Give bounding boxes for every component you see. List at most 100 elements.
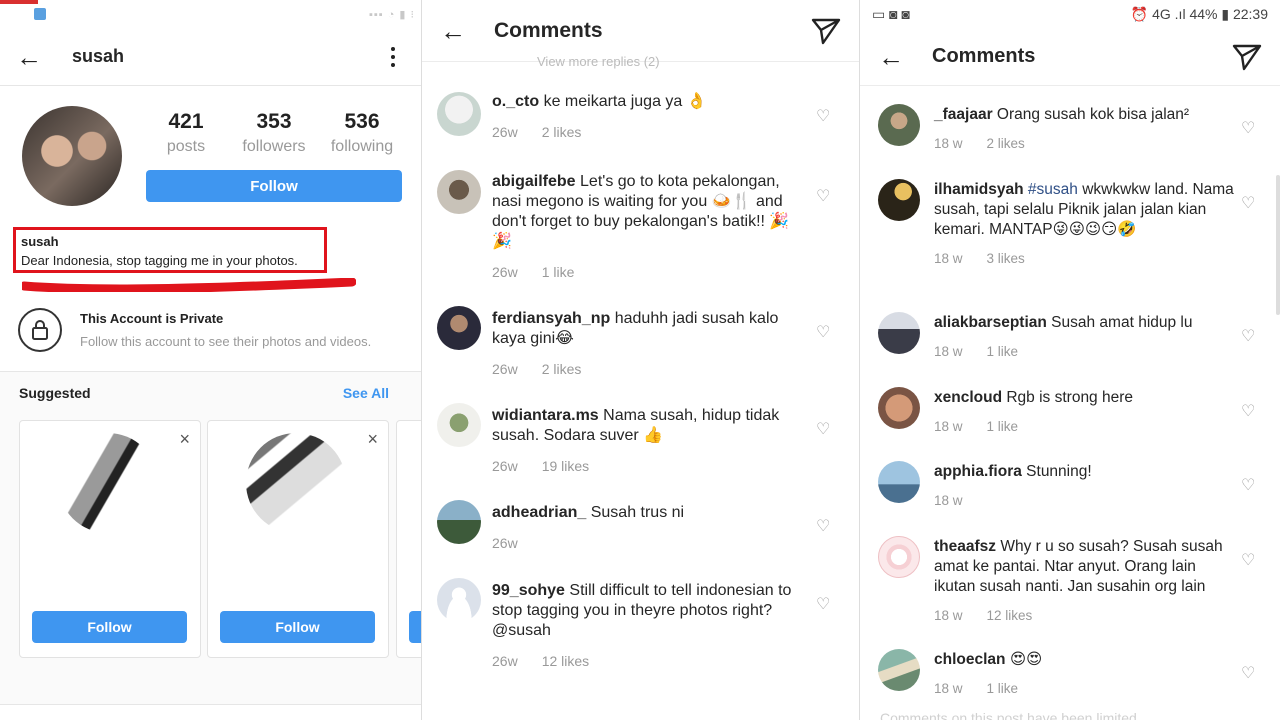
commenter-avatar[interactable] (437, 92, 481, 136)
more-options-icon[interactable] (391, 46, 395, 67)
commenter-avatar[interactable] (437, 403, 481, 447)
comment-hashtag[interactable]: #susah (1028, 181, 1078, 198)
commenter-avatar[interactable] (878, 461, 920, 503)
heart-icon[interactable]: ♡ (816, 516, 830, 536)
status-icons: ▪▪▪ ◔ ▮ ⁝ (368, 8, 415, 21)
heart-icon[interactable]: ♡ (1241, 401, 1255, 421)
commenter-avatar[interactable] (437, 578, 481, 622)
comments-header: ← Comments (422, 0, 859, 62)
comment-username[interactable]: widiantara.ms (492, 407, 599, 424)
comment-time: 18 w (934, 136, 963, 151)
comment-likes[interactable]: 3 likes (987, 251, 1025, 266)
comment-likes[interactable]: 1 like (542, 264, 575, 280)
comment-time: 26w (492, 361, 518, 377)
back-arrow-icon[interactable]: ← (878, 44, 904, 70)
comment-username[interactable]: abigailfebe (492, 173, 576, 190)
send-icon[interactable] (811, 17, 841, 45)
comment-likes[interactable]: 1 like (987, 419, 1019, 434)
comments-header: ← Comments (860, 28, 1280, 86)
suggested-card[interactable]: × Follow (207, 420, 389, 658)
commenter-avatar[interactable] (878, 536, 920, 578)
back-arrow-icon[interactable]: ← (16, 44, 42, 70)
stat-posts[interactable]: 421 posts (146, 110, 226, 156)
lock-icon (18, 308, 62, 352)
comment-username[interactable]: _faajaar (934, 106, 993, 123)
heart-icon[interactable]: ♡ (1241, 118, 1255, 138)
comment-likes[interactable]: 12 likes (542, 653, 589, 669)
view-more-replies[interactable]: View more replies (2) (537, 54, 660, 69)
comment-username[interactable]: xencloud (934, 389, 1002, 406)
status-indicator (0, 0, 38, 4)
comment-username[interactable]: apphia.fiora (934, 463, 1022, 480)
status-bar: ▪▪▪ ◔ ▮ ⁝ (0, 0, 421, 28)
heart-icon[interactable]: ♡ (816, 594, 830, 614)
suggested-follow-button[interactable]: Follow (220, 611, 375, 643)
suggested-avatar (58, 433, 158, 533)
commenter-avatar[interactable] (437, 500, 481, 544)
comment-username[interactable]: chloeclan (934, 651, 1006, 668)
comment-time: 26w (492, 653, 518, 669)
heart-icon[interactable]: ♡ (1241, 663, 1255, 683)
comment-username[interactable]: aliakbarseptian (934, 314, 1047, 331)
heart-icon[interactable]: ♡ (1241, 550, 1255, 570)
suggested-card[interactable]: × Follow (19, 420, 201, 658)
back-arrow-icon[interactable]: ← (440, 18, 466, 44)
suggested-header: Suggested See All (19, 385, 389, 401)
suggested-label: Suggested (19, 385, 91, 401)
comment-username[interactable]: theaafsz (934, 538, 996, 555)
profile-header: ← susah (0, 28, 421, 86)
comment-username[interactable]: ferdiansyah_np (492, 310, 610, 327)
comment-text: Susah amat hidup lu (1051, 314, 1193, 331)
heart-icon[interactable]: ♡ (816, 322, 830, 342)
comment-text: 😍😍 (1009, 651, 1043, 668)
follow-button[interactable]: Follow (146, 170, 402, 202)
commenter-avatar[interactable] (878, 387, 920, 429)
comment-time: 18 w (934, 608, 963, 623)
suggested-avatar (246, 433, 346, 533)
comment-likes[interactable]: 2 likes (987, 136, 1025, 151)
comment-text: Stunning! (1026, 463, 1092, 480)
comment-likes[interactable]: 12 likes (987, 608, 1033, 623)
private-account-notice: This Account is Private Follow this acco… (18, 308, 371, 352)
scrollbar[interactable] (1276, 175, 1280, 315)
commenter-avatar[interactable] (437, 170, 481, 214)
commenter-avatar[interactable] (878, 104, 920, 146)
bio-text: Dear Indonesia, stop tagging me in your … (21, 253, 298, 268)
comment-username[interactable]: 99_sohye (492, 582, 565, 599)
suggested-follow-button[interactable] (409, 611, 421, 643)
suggested-card[interactable] (396, 420, 421, 658)
heart-icon[interactable]: ♡ (1241, 326, 1255, 346)
close-icon[interactable]: × (179, 429, 190, 450)
comment-likes[interactable]: 19 likes (542, 458, 589, 474)
comment-time: 26w (492, 535, 518, 551)
comment-username[interactable]: ilhamidsyah (934, 181, 1024, 198)
stat-label: followers (242, 138, 306, 155)
comment-likes[interactable]: 1 like (987, 681, 1019, 696)
comment-username[interactable]: o._cto (492, 93, 539, 110)
comment-time: 18 w (934, 681, 963, 696)
see-all-link[interactable]: See All (343, 385, 389, 401)
comment-likes[interactable]: 1 like (987, 344, 1019, 359)
stat-followers[interactable]: 353 followers (234, 110, 314, 156)
heart-icon[interactable]: ♡ (816, 419, 830, 439)
commenter-avatar[interactable] (878, 312, 920, 354)
comment-likes[interactable]: 2 likes (542, 361, 582, 377)
comment-likes[interactable]: 2 likes (542, 124, 582, 140)
commenter-avatar[interactable] (437, 306, 481, 350)
comments-title: Comments (494, 18, 603, 42)
comments-title: Comments (932, 45, 1036, 67)
send-icon[interactable] (1232, 43, 1262, 71)
heart-icon[interactable]: ♡ (816, 186, 830, 206)
profile-avatar[interactable] (22, 106, 122, 206)
heart-icon[interactable]: ♡ (816, 106, 830, 126)
stat-following[interactable]: 536 following (322, 110, 402, 156)
comment-username[interactable]: adheadrian_ (492, 504, 586, 521)
commenter-avatar[interactable] (878, 649, 920, 691)
close-icon[interactable]: × (367, 429, 378, 450)
heart-icon[interactable]: ♡ (1241, 193, 1255, 213)
suggested-follow-button[interactable]: Follow (32, 611, 187, 643)
commenter-avatar[interactable] (878, 179, 920, 221)
status-bar: ▭ ◙ ◙ ⏰ 4G .ıl 44% ▮ 22:39 (860, 0, 1280, 28)
heart-icon[interactable]: ♡ (1241, 475, 1255, 495)
app-notification-icon (34, 8, 46, 20)
